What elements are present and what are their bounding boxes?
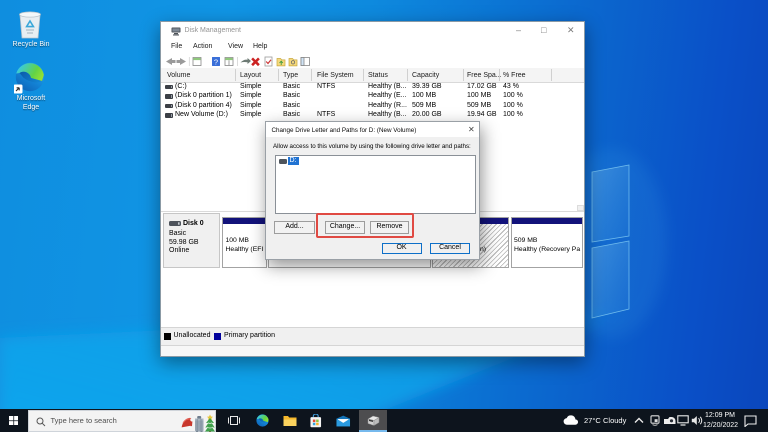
- svg-text:?: ?: [214, 57, 218, 66]
